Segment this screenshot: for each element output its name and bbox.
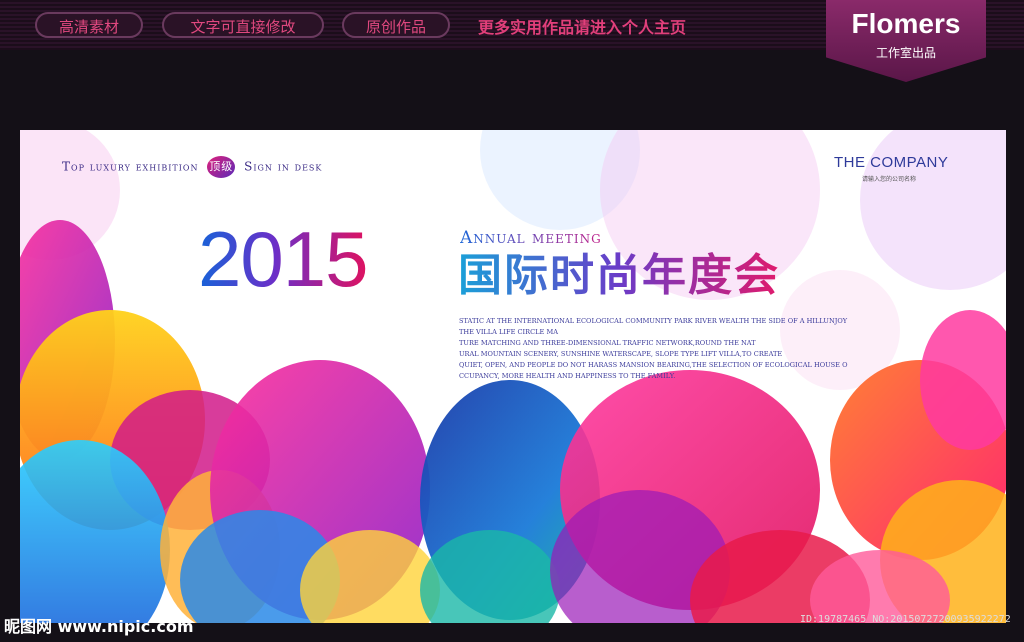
tagline-left: Top luxury exhibition [62, 159, 199, 174]
tab-editable-text[interactable]: 文字可直接修改 [162, 12, 324, 38]
watermark-id: ID:19787465 NO:20150727200935922272 [800, 614, 1011, 625]
tagline: Top luxury exhibition 顶级 Sign in desk [62, 156, 322, 178]
brand-logo: Flomers 工作室出品 [826, 0, 986, 82]
description-line: STATIC AT THE INTERNATIONAL ECOLOGICAL C… [459, 317, 848, 325]
brand-sub: 工作室出品 [875, 46, 936, 60]
description-line: QUIET, OPEN, AND PEOPLE DO NOT HARASS MA… [459, 361, 848, 369]
tagline-right: Sign in desk [244, 159, 323, 174]
annual-meeting: Annual meeting [460, 228, 602, 248]
description: STATIC AT THE INTERNATIONAL ECOLOGICAL C… [459, 316, 848, 382]
description-line: URAL MOUNTAIN SCENERY, SUNSHINE WATERSCA… [459, 350, 783, 358]
tab-hd-material[interactable]: 高清素材 [35, 12, 143, 38]
brand-name: Flomers [851, 8, 961, 39]
company-name: THE COMPANY [834, 154, 949, 171]
event-title: 国际时尚年度会 [458, 250, 780, 301]
description-line: CCUPANCY, MORE HEALTH AND HAPPINESS TO T… [459, 372, 676, 380]
company-subtitle: 请输入您的公司名称 [862, 176, 917, 183]
promo-link[interactable]: 更多实用作品请进入个人主页 [478, 14, 686, 38]
description-line: TURE MATCHING AND THREE-DIMENSIONAL TRAF… [459, 339, 756, 347]
description-line: THE VILLA LIFE CIRCLE MA [459, 328, 558, 336]
watermark-site: 昵图网 www.nipic.com [4, 617, 194, 636]
tab-original-work[interactable]: 原创作品 [342, 12, 450, 38]
poster-image: Top luxury exhibition 顶级 Sign in desk TH… [20, 130, 1006, 623]
top-badge: 顶级 [207, 156, 236, 178]
year-title: 2015 [198, 215, 369, 303]
